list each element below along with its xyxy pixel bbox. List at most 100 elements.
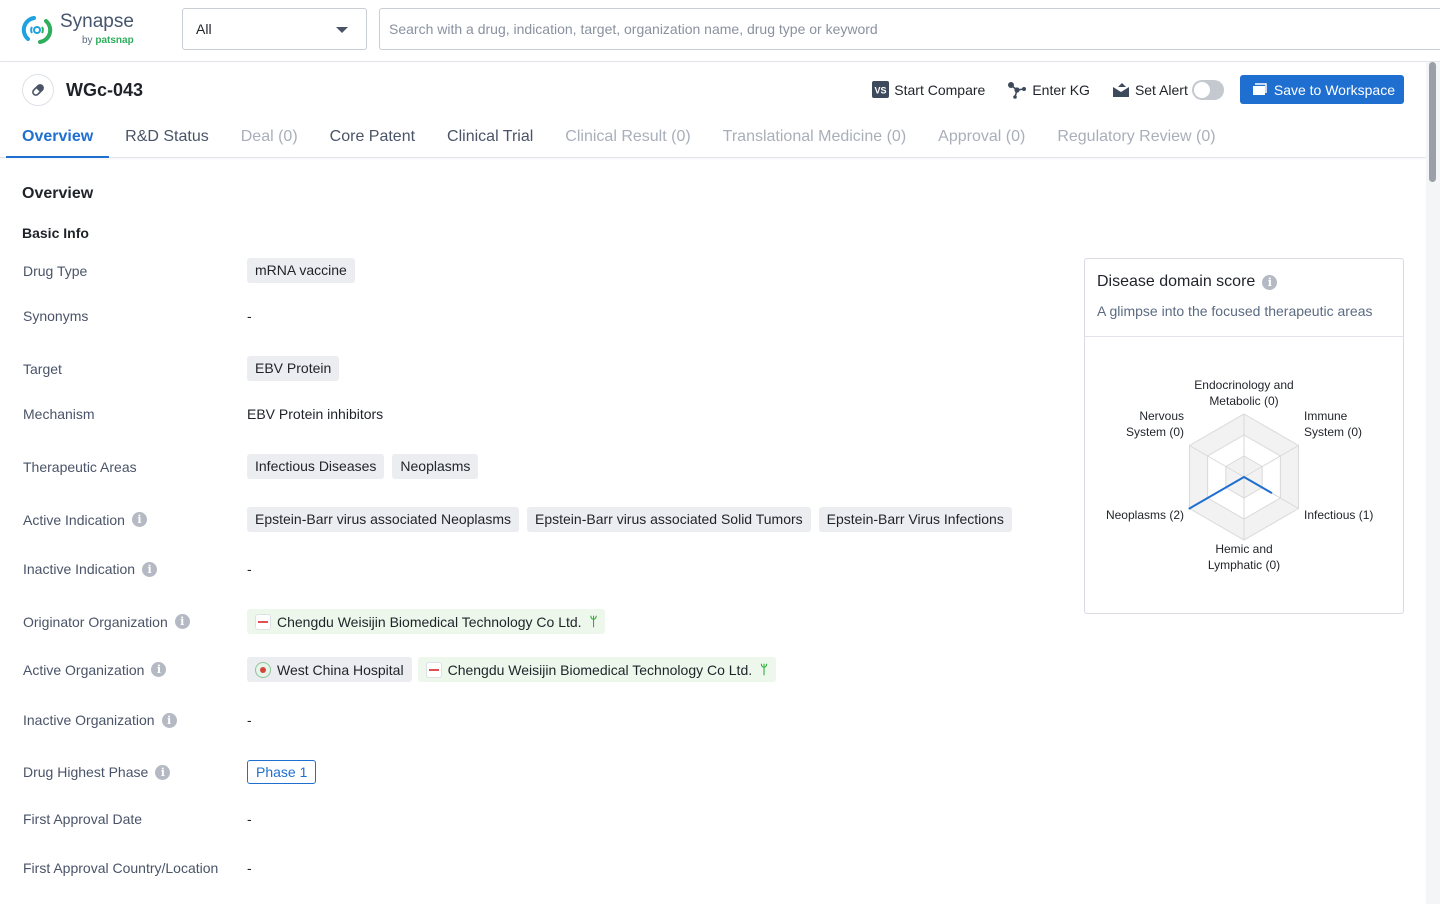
field-label: First Approval Date: [23, 811, 143, 827]
field-label: Originator Organization: [23, 613, 168, 630]
section-title: Overview: [22, 185, 94, 202]
therapeutic-area-tag[interactable]: Infectious Diseases: [247, 454, 385, 479]
field-target: Target EBV Protein: [23, 356, 347, 381]
search-input[interactable]: [379, 8, 1440, 50]
field-mechanism: Mechanism EBV Protein inhibitors: [23, 406, 383, 422]
organization-tag[interactable]: Chengdu Weisijin Biomedical Technology C…: [247, 609, 606, 634]
radar-axis-label: Nervous System (0): [1126, 409, 1184, 439]
field-label: First Approval Country/Location: [23, 860, 219, 876]
synapse-logo-icon: [21, 15, 53, 44]
folder-icon: [1252, 83, 1267, 96]
enter-kg-button[interactable]: Enter KG: [1007, 81, 1090, 99]
save-to-workspace-button[interactable]: Save to Workspace: [1239, 75, 1404, 104]
info-icon[interactable]: i: [174, 614, 190, 629]
disease-domain-card: Disease domain score i A glimpse into the…: [1084, 258, 1404, 614]
page-scrollbar[interactable]: [1426, 62, 1440, 904]
mechanism-value: EBV Protein inhibitors: [247, 406, 384, 422]
first-approval-date-value: -: [247, 811, 252, 827]
therapeutic-area-tag[interactable]: Neoplasms: [392, 454, 479, 479]
tab-rd-status[interactable]: R&D Status: [109, 124, 225, 158]
drug-type-tag[interactable]: mRNA vaccine: [247, 258, 355, 283]
tab-bar: Overview R&D Status Deal (0) Core Patent…: [6, 124, 1232, 158]
top-bar: Synapse by patsnap All: [0, 0, 1440, 62]
field-therapeutic-areas: Therapeutic Areas Infectious Diseases Ne…: [23, 454, 486, 479]
field-label: Mechanism: [23, 406, 95, 422]
card-title: Disease domain score: [1097, 273, 1256, 290]
radar-axis-label: Infectious (1): [1304, 508, 1373, 522]
tab-translational-medicine[interactable]: Translational Medicine (0): [707, 124, 922, 158]
organization-name: Chengdu Weisijin Biomedical Technology C…: [447, 661, 753, 678]
start-compare-button[interactable]: VS Start Compare: [872, 81, 985, 98]
field-active-organization: Active Organization i West China Hospital…: [23, 657, 782, 682]
tab-clinical-trial[interactable]: Clinical Trial: [431, 124, 549, 158]
alert-icon: [1112, 82, 1130, 98]
tab-overview[interactable]: Overview: [6, 124, 110, 158]
field-label: Inactive Indication: [23, 561, 136, 577]
organization-name: West China Hospital: [277, 661, 404, 678]
indication-tag[interactable]: Epstein-Barr virus associated Neoplasms: [247, 507, 519, 532]
basic-info-title: Basic Info: [22, 225, 89, 241]
radar-axis-label: Endocrinology and Metabolic (0): [1194, 378, 1293, 408]
field-first-approval-country: First Approval Country/Location -: [23, 860, 252, 876]
header-actions: VS Start Compare Enter KG Set Alert Save…: [850, 75, 1404, 104]
inactive-organization-value: -: [247, 712, 252, 728]
field-label: Inactive Organization: [23, 712, 155, 728]
tab-core-patent[interactable]: Core Patent: [314, 124, 431, 158]
radar-axis-label: Hemic and Lymphatic (0): [1208, 542, 1280, 572]
phase-badge[interactable]: Phase 1: [247, 760, 317, 784]
scrollbar-thumb[interactable]: [1429, 62, 1436, 182]
info-icon[interactable]: i: [151, 662, 167, 677]
compare-icon: VS: [872, 81, 890, 98]
field-synonyms: Synonyms -: [23, 308, 252, 324]
info-icon[interactable]: i: [131, 512, 147, 527]
synonyms-value: -: [247, 308, 252, 324]
target-tag[interactable]: EBV Protein: [247, 356, 340, 381]
radar-axis-label: Immune System (0): [1304, 409, 1362, 439]
logo-by: by patsnap: [82, 35, 134, 46]
organization-logo: [425, 661, 442, 678]
logo-name: Synapse: [60, 11, 134, 32]
field-label: Therapeutic Areas: [23, 458, 137, 475]
sprout-icon: ᛘ: [760, 662, 768, 677]
start-compare-label: Start Compare: [894, 81, 986, 98]
inactive-indication-value: -: [247, 561, 252, 577]
caret-down-icon: [336, 27, 348, 33]
synapse-logo[interactable]: Synapse by patsnap: [20, 12, 134, 47]
info-icon[interactable]: i: [142, 561, 158, 577]
radar-axis-label: Neoplasms (2): [1106, 508, 1184, 522]
info-icon[interactable]: i: [1262, 274, 1278, 290]
field-label: Drug Highest Phase: [23, 764, 149, 780]
sprout-icon: ᛘ: [589, 614, 598, 629]
indication-tag[interactable]: Epstein-Barr Virus Infections: [818, 507, 1012, 532]
radar-chart: Endocrinology and Metabolic (0) Immune Syst…: [1106, 378, 1373, 572]
search-scope-select[interactable]: All: [182, 8, 367, 50]
info-icon[interactable]: i: [155, 764, 171, 780]
first-approval-country-value: -: [247, 860, 252, 876]
field-originator-organization: Originator Organization i Chengdu Weisiji…: [23, 609, 611, 634]
svg-text:VS: VS: [875, 86, 887, 96]
organization-tag[interactable]: Chengdu Weisijin Biomedical Technology C…: [417, 657, 776, 682]
field-label: Drug Type: [23, 262, 88, 279]
indication-tag[interactable]: Epstein-Barr virus associated Solid Tumo…: [527, 507, 811, 532]
tab-approval[interactable]: Approval (0): [922, 124, 1041, 158]
alert-toggle[interactable]: [1191, 79, 1224, 100]
field-first-approval-date: First Approval Date -: [23, 811, 252, 827]
tab-clinical-result[interactable]: Clinical Result (0): [549, 124, 706, 158]
info-icon[interactable]: i: [161, 712, 177, 728]
organization-logo: [255, 613, 271, 630]
save-to-workspace-label: Save to Workspace: [1273, 81, 1395, 98]
field-label: Synonyms: [23, 308, 89, 324]
search-scope-value: All: [196, 21, 212, 37]
knowledge-graph-icon: [1007, 81, 1027, 99]
field-inactive-organization: Inactive Organization i -: [23, 712, 252, 728]
field-label: Active Indication: [23, 511, 125, 528]
tab-deal[interactable]: Deal (0): [225, 124, 314, 158]
field-drug-type: Drug Type mRNA vaccine: [23, 258, 363, 283]
card-subtitle: A glimpse into the focused therapeutic a…: [1097, 303, 1373, 319]
hospital-logo: [255, 661, 271, 678]
drug-title: WGc-043: [66, 80, 144, 100]
tab-regulatory-review[interactable]: Regulatory Review (0): [1041, 124, 1231, 158]
organization-name: Chengdu Weisijin Biomedical Technology C…: [277, 613, 582, 630]
set-alert-button[interactable]: Set Alert: [1112, 79, 1224, 100]
organization-tag[interactable]: West China Hospital: [247, 657, 412, 682]
